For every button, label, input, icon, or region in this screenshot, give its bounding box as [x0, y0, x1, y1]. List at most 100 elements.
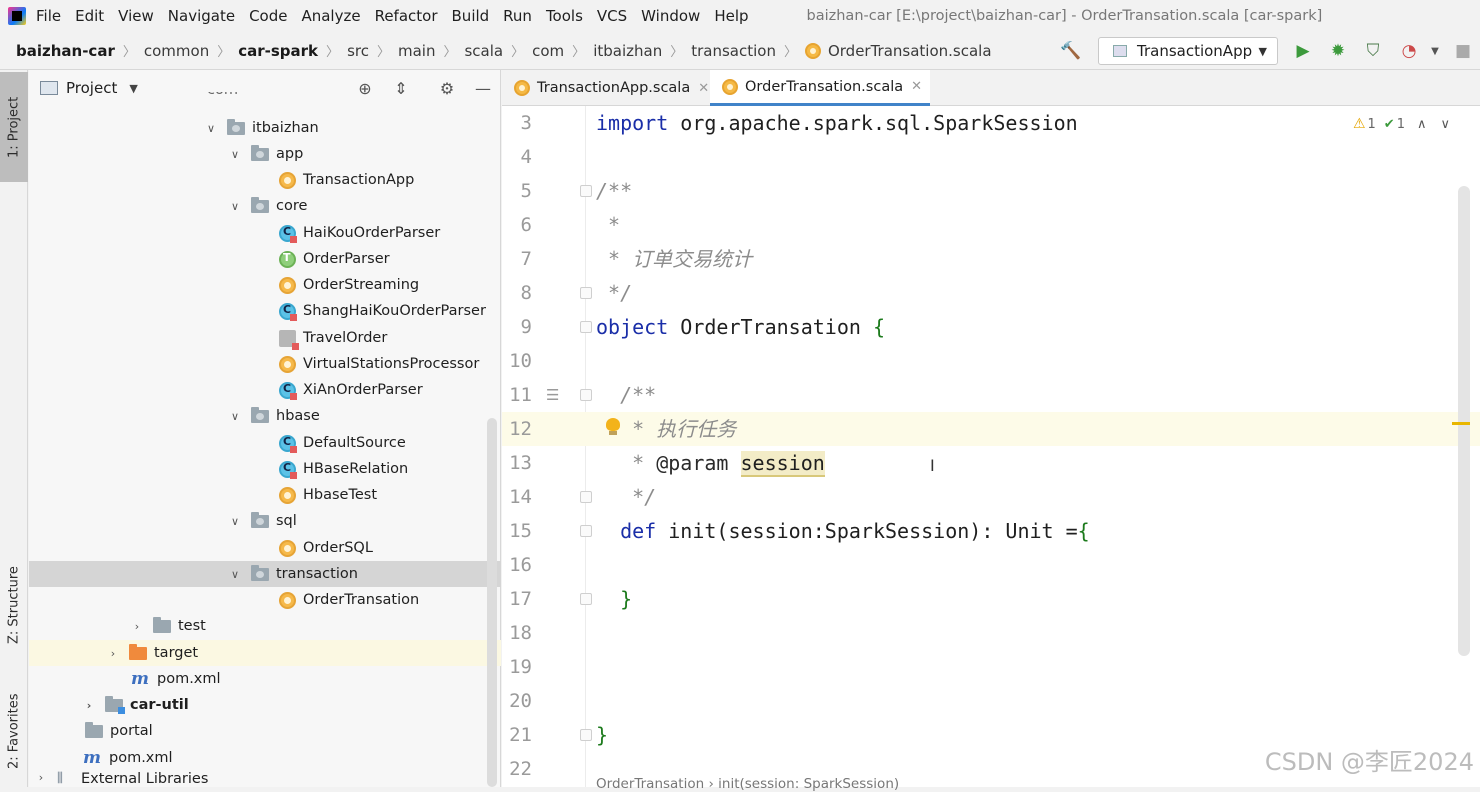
chevron-right-icon[interactable]: › [83, 699, 95, 712]
tree-item-hbasetest[interactable]: HbaseTest [29, 482, 501, 508]
crumb-itbaizhan[interactable]: itbaizhan [593, 42, 662, 60]
crumb-project[interactable]: baizhan-car [16, 42, 115, 60]
tree-label: OrderParser [303, 251, 390, 267]
close-icon[interactable]: ✕ [911, 79, 922, 94]
menu-navigate[interactable]: Navigate [168, 7, 235, 25]
code-text: } [596, 587, 633, 611]
menu-run[interactable]: Run [503, 7, 532, 25]
code-breadcrumb[interactable]: OrderTransation › init(session: SparkSes… [596, 776, 899, 792]
code-text: * [596, 213, 621, 237]
build-hammer-icon[interactable]: 🔨 [1060, 40, 1082, 62]
fold-marker-icon[interactable] [580, 185, 592, 197]
menu-help[interactable]: Help [714, 7, 748, 25]
fold-marker-icon[interactable] [580, 729, 592, 741]
crumb-file[interactable]: OrderTransation.scala [828, 42, 992, 60]
tree-label: test [178, 618, 206, 634]
menu-vcs[interactable]: VCS [597, 7, 627, 25]
code-line-current: 12 * 执行任务 [502, 412, 1480, 446]
tree-item-app[interactable]: ∨ app [29, 141, 501, 167]
chevron-right-icon[interactable]: › [131, 620, 143, 633]
editor-scrollbar[interactable] [1458, 186, 1470, 656]
fold-marker-icon[interactable] [580, 389, 592, 401]
tree-item-external-libraries[interactable]: › ⫼ External Libraries [29, 771, 501, 787]
profile-icon[interactable]: ◔ [1398, 40, 1420, 62]
chevron-down-icon[interactable]: ∨ [229, 148, 241, 161]
menu-code[interactable]: Code [249, 7, 287, 25]
tree-item-shanghaikouorderparser[interactable]: ShangHaiKouOrderParser [29, 298, 501, 324]
menu-window[interactable]: Window [641, 7, 700, 25]
crumb-transaction[interactable]: transaction [691, 42, 776, 60]
tree-item-ordersql[interactable]: OrderSQL [29, 535, 501, 561]
fold-marker-icon[interactable] [580, 525, 592, 537]
crumb-module[interactable]: car-spark [238, 42, 318, 60]
coverage-icon[interactable]: ⛉ [1362, 40, 1384, 62]
chevron-down-icon[interactable]: ∨ [1440, 117, 1450, 132]
debug-icon[interactable]: ✹ [1327, 40, 1349, 62]
project-scrollbar[interactable] [487, 418, 497, 787]
chevron-down-icon[interactable]: ∨ [229, 568, 241, 581]
crumb-common[interactable]: common [144, 42, 209, 60]
stop-icon[interactable]: ■ [1452, 40, 1474, 62]
tree-item-test[interactable]: › test [29, 613, 501, 639]
more-run-chevron-icon[interactable]: ▼ [1424, 40, 1446, 62]
fold-marker-icon[interactable] [580, 491, 592, 503]
documentation-icon[interactable]: ☰ [546, 386, 559, 404]
tree-item-ordertransation[interactable]: OrderTransation [29, 587, 501, 613]
tree-item-pom-xml[interactable]: m pom.xml [29, 666, 501, 692]
tab-transactionapp[interactable]: TransactionApp.scala ✕ [502, 70, 717, 106]
close-icon[interactable]: ✕ [698, 81, 709, 96]
menu-build[interactable]: Build [452, 7, 490, 25]
tree-item-com[interactable]: com [29, 92, 501, 104]
tree-item-hbaserelation[interactable]: HBaseRelation [29, 456, 501, 482]
tree-item-transactionapp[interactable]: TransactionApp [29, 167, 501, 193]
fold-marker-icon[interactable] [580, 593, 592, 605]
menu-tools[interactable]: Tools [546, 7, 583, 25]
tree-item-defaultsource[interactable]: DefaultSource [29, 430, 501, 456]
run-configuration-select[interactable]: TransactionApp ▼ [1098, 37, 1278, 65]
tree-item-travelorder[interactable]: TravelOrder [29, 325, 501, 351]
tree-item-core[interactable]: ∨ core [29, 193, 501, 219]
menu-refactor[interactable]: Refactor [375, 7, 438, 25]
tab-project-tool[interactable]: 1: Project [0, 72, 28, 182]
tree-item-haikouorderparser[interactable]: HaiKouOrderParser [29, 220, 501, 246]
crumb-scala[interactable]: scala [464, 42, 503, 60]
tree-item-sql[interactable]: ∨ sql [29, 508, 501, 534]
tree-item-orderstreaming[interactable]: OrderStreaming [29, 272, 501, 298]
tree-item-hbase[interactable]: ∨ hbase [29, 403, 501, 429]
tree-item-orderparser[interactable]: OrderParser [29, 246, 501, 272]
tree-item-root-pom-xml[interactable]: m pom.xml [29, 745, 501, 771]
chevron-right-icon[interactable]: › [107, 647, 119, 660]
tree-item-itbaizhan[interactable]: ∨ itbaizhan [29, 115, 501, 141]
tab-favorites-tool[interactable]: 2: Favorites [0, 678, 28, 784]
tree-item-target[interactable]: › target [29, 640, 501, 666]
fold-marker-icon[interactable] [580, 321, 592, 333]
crumb-separator-icon: 〉 [217, 45, 231, 60]
chevron-down-icon[interactable]: ∨ [229, 515, 241, 528]
menu-view[interactable]: View [118, 7, 154, 25]
code-editor[interactable]: 3 import org.apache.spark.sql.SparkSessi… [502, 106, 1480, 792]
warning-marker[interactable] [1452, 422, 1470, 425]
chevron-right-icon[interactable]: › [35, 771, 47, 784]
chevron-down-icon[interactable]: ∨ [229, 410, 241, 423]
chevron-down-icon[interactable]: ∨ [229, 200, 241, 213]
tree-item-transaction[interactable]: ∨ transaction [29, 561, 501, 587]
fold-marker-icon[interactable] [580, 287, 592, 299]
menu-edit[interactable]: Edit [75, 7, 104, 25]
tree-item-virtualstationsprocessor[interactable]: VirtualStationsProcessor [29, 351, 501, 377]
tree-item-portal[interactable]: portal [29, 718, 501, 744]
run-icon[interactable]: ▶ [1292, 40, 1314, 62]
menu-analyze[interactable]: Analyze [301, 7, 360, 25]
crumb-main[interactable]: main [398, 42, 435, 60]
crumb-src[interactable]: src [347, 42, 369, 60]
chevron-down-icon[interactable]: ∨ [205, 122, 217, 135]
crumb-com[interactable]: com [532, 42, 564, 60]
menu-file[interactable]: File [36, 7, 61, 25]
tab-structure-tool[interactable]: Z: Structure [0, 550, 28, 660]
tree-item-xianorderparser[interactable]: XiAnOrderParser [29, 377, 501, 403]
inspection-widget[interactable]: ⚠ 1 ✔ 1 ∧ ∨ [1353, 116, 1450, 132]
chevron-up-icon[interactable]: ∧ [1417, 117, 1427, 132]
tree-item-car-util[interactable]: › car-util [29, 692, 501, 718]
tab-ordertransation[interactable]: OrderTransation.scala ✕ [710, 70, 931, 106]
scala-object-icon [514, 80, 530, 96]
crumb-separator-icon: 〉 [783, 45, 797, 60]
